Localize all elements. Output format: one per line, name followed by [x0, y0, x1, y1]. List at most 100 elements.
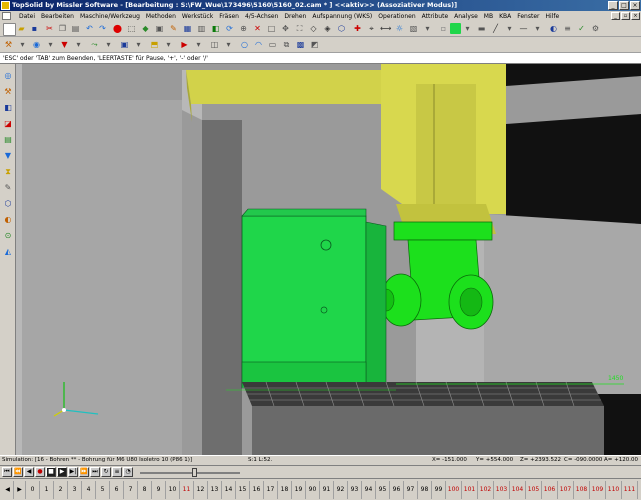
timeline-cell[interactable]: 18 [278, 481, 292, 499]
timeline-cell-highlight[interactable]: 100 [446, 481, 462, 499]
five-axis-icon[interactable]: ⬡ [2, 198, 14, 210]
menu-operationen[interactable]: Operationen [375, 13, 418, 20]
menu-bearbeiten[interactable]: Bearbeiten [38, 13, 77, 20]
hidden-line-icon[interactable]: ◈ [322, 23, 333, 34]
linewidth-icon[interactable]: — [518, 23, 529, 34]
color-swatch-icon[interactable] [450, 23, 461, 34]
sim-speed-thumb[interactable] [192, 468, 197, 477]
color-dropdown-icon[interactable]: ▾ [462, 23, 473, 34]
face-icon[interactable]: ▤ [2, 134, 14, 146]
menu-datei[interactable]: Datei [16, 13, 38, 20]
cross-icon[interactable]: ✕ [252, 23, 263, 34]
zoom-icon[interactable]: ⊕ [238, 23, 249, 34]
timeline-cell[interactable]: 13 [208, 481, 222, 499]
sim-forward-icon[interactable]: ⏩ [79, 467, 89, 477]
timeline-cell[interactable]: 12 [194, 481, 208, 499]
timeline-cell[interactable]: 96 [390, 481, 404, 499]
fixture-dropdown-icon[interactable]: ▾ [163, 39, 174, 50]
sim-step-icon[interactable]: ▶| [68, 467, 78, 477]
fixture-icon[interactable]: ⬒ [149, 39, 160, 50]
timeline-cell-highlight[interactable]: 111 [622, 481, 638, 499]
timeline-cell[interactable]: 93 [348, 481, 362, 499]
menu-analyse[interactable]: Analyse [451, 13, 481, 20]
timeline-cell[interactable]: 94 [362, 481, 376, 499]
sim-speed-slider[interactable] [140, 472, 240, 474]
stock-icon[interactable]: ▣ [119, 39, 130, 50]
timeline-cell[interactable]: 3 [68, 481, 82, 499]
drilling-icon[interactable]: ▼ [2, 150, 14, 162]
print-icon[interactable]: ▥ [196, 23, 207, 34]
sim-end-icon[interactable]: ⏭ [90, 467, 100, 477]
layer-icon[interactable]: ◆ [140, 23, 151, 34]
sim-back-fast-icon[interactable]: ⏪ [13, 467, 23, 477]
timeline-cell-highlight[interactable]: 110 [606, 481, 622, 499]
sim-record-icon[interactable]: ■ [46, 467, 56, 477]
rotate-icon[interactable]: ⟳ [224, 23, 235, 34]
menu-hilfe[interactable]: Hilfe [542, 13, 562, 20]
chamfer-icon[interactable]: ◭ [2, 246, 14, 258]
timeline-cell-highlight[interactable]: 108 [574, 481, 590, 499]
rect-icon[interactable]: ▭ [267, 39, 278, 50]
snap-icon[interactable]: ⌖ [366, 23, 377, 34]
drill-icon[interactable]: ▼ [59, 39, 70, 50]
layer-toggle-icon[interactable]: ▫ [438, 23, 449, 34]
path-dropdown-icon[interactable]: ▾ [103, 39, 114, 50]
timeline-cell[interactable]: 7 [124, 481, 138, 499]
mill-dropdown-icon[interactable]: ▾ [45, 39, 56, 50]
check-icon[interactable]: ✓ [576, 23, 587, 34]
timeline-cell-highlight[interactable]: 104 [510, 481, 526, 499]
sim-back-icon[interactable]: ◀ [24, 467, 34, 477]
undo-icon[interactable]: ↶ [84, 23, 95, 34]
timeline-cell[interactable]: 8 [138, 481, 152, 499]
view-icon[interactable]: ▣ [154, 23, 165, 34]
timeline-cell-highlight[interactable]: 101 [462, 481, 478, 499]
properties-icon[interactable]: ≡ [562, 23, 573, 34]
menu-maschine-werkzeug[interactable]: Maschine/Werkzeug [77, 13, 143, 20]
sim-loop-icon[interactable]: ↻ [101, 467, 111, 477]
timeline-cell[interactable]: 15 [236, 481, 250, 499]
config-icon[interactable]: ⚙ [590, 23, 601, 34]
timeline-cell-highlight[interactable]: 11 [180, 481, 194, 499]
mill-icon[interactable]: ◉ [31, 39, 42, 50]
verify-icon[interactable]: ◫ [209, 39, 220, 50]
copy-icon[interactable]: ❐ [57, 23, 68, 34]
milling-icon[interactable]: ⚒ [2, 86, 14, 98]
timeline-cell[interactable]: 90 [306, 481, 320, 499]
menu-kba[interactable]: KBA [496, 13, 514, 20]
3d-viewport[interactable]: 1450 [16, 64, 641, 455]
sim-start-icon[interactable]: ⏮ [2, 467, 12, 477]
timeline-nav-left-icon[interactable]: ◀ [2, 481, 14, 499]
engrave-icon[interactable]: ✎ [2, 182, 14, 194]
new-file-icon[interactable] [3, 23, 16, 36]
timeline-cell-highlight[interactable]: 102 [478, 481, 494, 499]
sim-icon[interactable]: ▶ [179, 39, 190, 50]
timeline-cell[interactable]: 9 [152, 481, 166, 499]
contour-icon[interactable]: ◪ [2, 118, 14, 130]
timeline-cell[interactable]: 16 [250, 481, 264, 499]
box-icon[interactable]: ▩ [295, 39, 306, 50]
select-icon[interactable]: ⬚ [126, 23, 137, 34]
timeline-cell[interactable]: 14 [222, 481, 236, 499]
probe-icon[interactable]: ⊙ [2, 230, 14, 242]
sim-stop-icon[interactable]: ● [35, 467, 45, 477]
pen-icon[interactable]: ✎ [168, 23, 179, 34]
verify-dropdown-icon[interactable]: ▾ [223, 39, 234, 50]
timeline-nav-right-icon[interactable]: ▶ [14, 481, 26, 499]
timeline-cell-highlight[interactable]: 106 [542, 481, 558, 499]
timeline-cell[interactable]: 17 [264, 481, 278, 499]
tool-dropdown-icon[interactable]: ▾ [17, 39, 28, 50]
doc-restore-button[interactable]: ▫ [621, 12, 630, 20]
timeline-cell[interactable]: 0 [26, 481, 40, 499]
tool-icon[interactable]: ⚒ [3, 39, 14, 50]
iso-view-icon[interactable]: ⬡ [336, 23, 347, 34]
light-icon[interactable]: ☼ [394, 23, 405, 34]
circle-icon[interactable]: ○ [239, 39, 250, 50]
menu-attribute[interactable]: Attribute [419, 13, 452, 20]
turning-icon[interactable]: ◐ [2, 214, 14, 226]
measure-icon[interactable]: ⟷ [380, 23, 391, 34]
menu-fenster[interactable]: Fenster [514, 13, 542, 20]
arc-icon[interactable]: ◠ [253, 39, 264, 50]
surface-icon[interactable]: ◩ [309, 39, 320, 50]
timeline-cell[interactable]: 92 [334, 481, 348, 499]
cycle-icon[interactable]: ◎ [2, 70, 14, 82]
